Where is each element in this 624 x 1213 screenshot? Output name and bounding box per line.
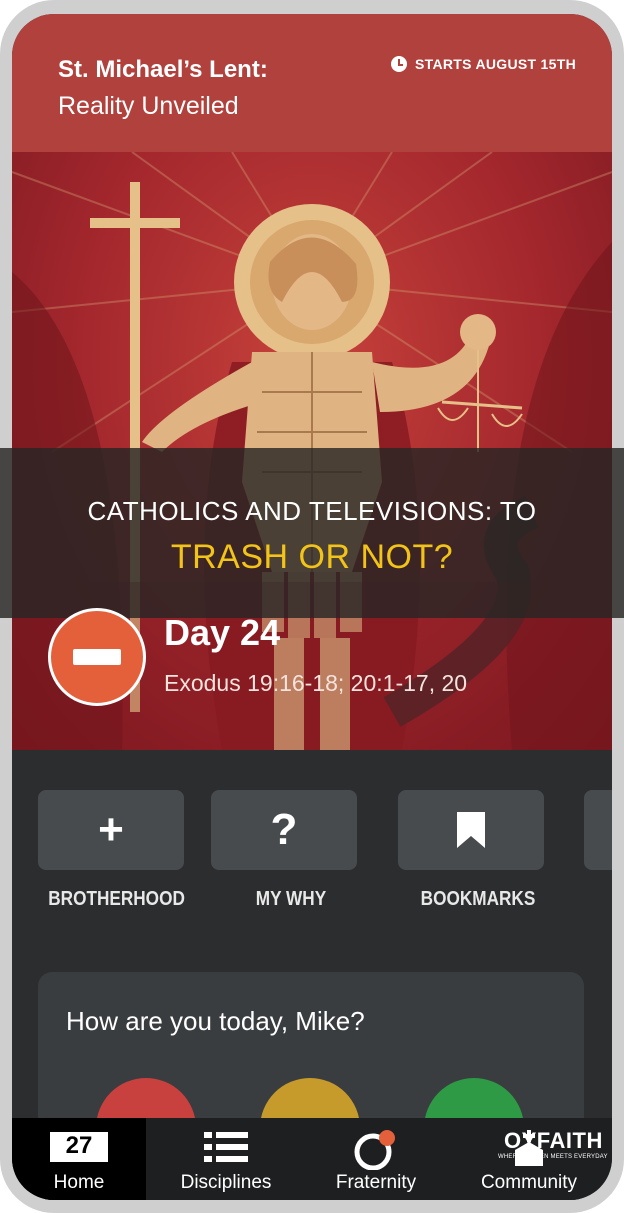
tab-home-label: Home [53,1172,105,1193]
start-date-label: STARTS AUGUST 15TH [415,56,576,72]
tab-home[interactable]: 27 Home [12,1118,146,1200]
bookmark-icon [457,812,485,848]
question-icon: ? [270,805,298,854]
plus-icon: + [98,805,124,854]
day-complete-button[interactable] [48,608,146,706]
overlay-line1: CATHOLICS AND TELEVISIONS: TO [87,496,537,526]
more-actions-button[interactable] [584,790,612,870]
bookmarks-button[interactable] [398,790,544,870]
day-title: Day 24 [164,612,281,653]
day-reading[interactable]: Exodus 19:16-18; 20:1-17, 20 [164,670,467,697]
chat-icon [354,1130,395,1170]
program-subtitle: Reality Unveiled [58,92,239,120]
overlay-line2: TRASH OR NOT? [170,538,454,576]
tab-fraternity[interactable]: Fraternity [306,1118,446,1200]
bookmarks-label: BOOKMARKS [420,888,536,910]
tab-disciplines-label: Disciplines [180,1172,272,1193]
tab-disciplines[interactable]: Disciplines [146,1118,306,1200]
my-why-label: MY WHY [255,888,327,910]
start-date-badge: STARTS AUGUST 15TH [391,56,576,72]
minus-icon [73,649,121,665]
phone-frame: St. Michael’s Lent: Reality Unveiled STA… [0,0,624,1213]
program-header[interactable]: St. Michael’s Lent: Reality Unveiled STA… [12,14,612,152]
site-watermark-logo: OYFAITH WHERE HEAVEN MEETS EVERYDAY [448,1128,608,1160]
watermark-tagline: WHERE HEAVEN MEETS EVERYDAY [498,1154,608,1160]
brotherhood-button[interactable]: + [38,790,184,870]
brotherhood-label: BROTHERHOOD [48,888,185,910]
mood-question: How are you today, Mike? [66,1006,365,1036]
watermark-text: OYFAITH [504,1128,603,1153]
article-title-overlay: CATHOLICS AND TELEVISIONS: TO TRASH OR N… [0,448,624,618]
my-why-button[interactable]: ? [211,790,357,870]
program-title: St. Michael’s Lent: [58,56,268,83]
calendar-date: 27 [65,1132,93,1159]
clock-icon [391,56,408,72]
list-icon [204,1132,248,1162]
tab-fraternity-label: Fraternity [335,1172,417,1193]
tab-community-label: Community [480,1172,578,1193]
